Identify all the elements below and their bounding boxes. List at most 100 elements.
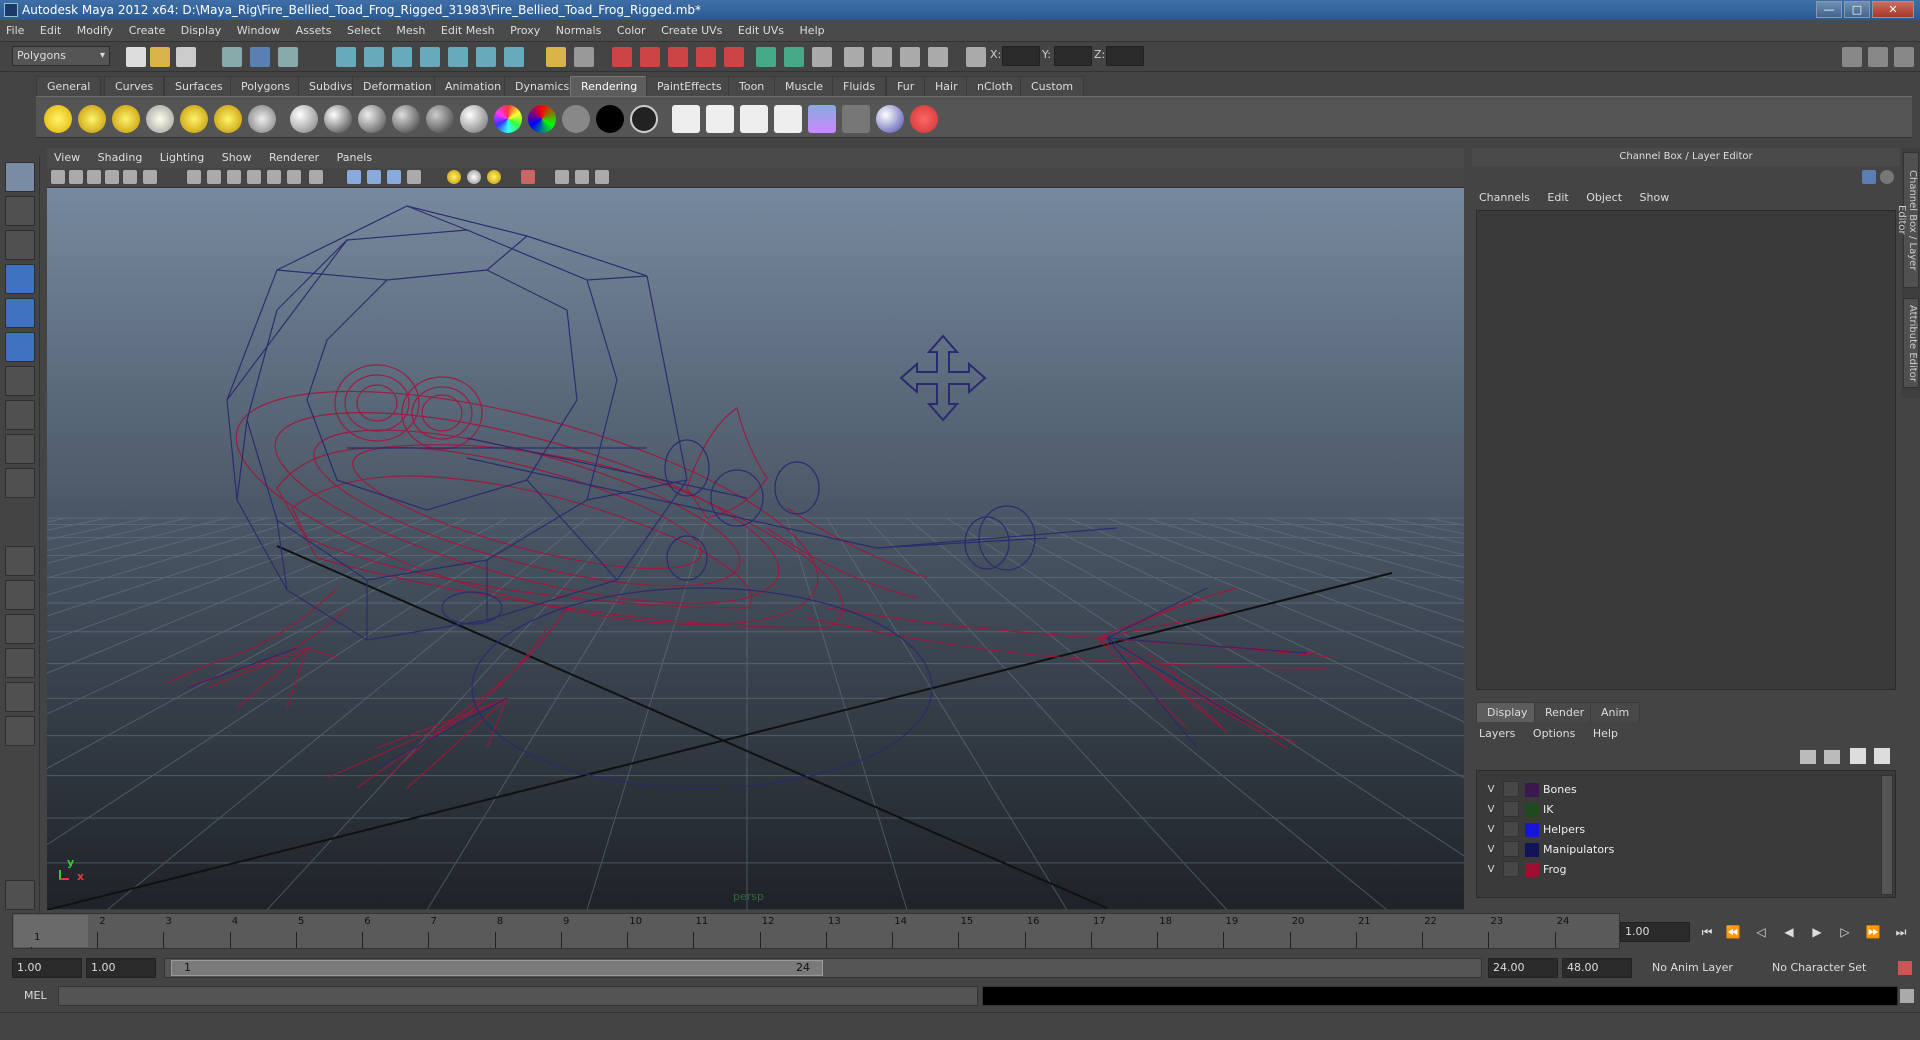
shelf-tab-surfaces[interactable]: Surfaces — [164, 76, 234, 96]
select-tool[interactable] — [5, 162, 35, 192]
high-quality-icon[interactable] — [367, 170, 381, 184]
menu-mesh[interactable]: Mesh — [390, 20, 431, 42]
light-default-icon[interactable] — [447, 170, 461, 184]
layered-shader-icon[interactable] — [460, 105, 488, 133]
ipr-icon[interactable] — [706, 105, 734, 133]
side-tab-channel-box[interactable]: Channel Box / Layer Editor — [1896, 152, 1919, 288]
command-input[interactable] — [58, 986, 978, 1006]
shelf-tab-dynamics[interactable]: Dynamics — [504, 76, 581, 96]
time-slider[interactable]: 123456789101112131415161718192021222324 — [12, 913, 1620, 949]
scale-tool[interactable] — [5, 332, 35, 362]
vp-menu-show[interactable]: Show — [215, 148, 259, 168]
ambient-light-icon[interactable] — [44, 105, 72, 133]
channel-list[interactable] — [1476, 210, 1896, 690]
open-scene-icon[interactable] — [150, 47, 170, 67]
layer-playback-toggle[interactable] — [1503, 841, 1519, 857]
field-chart-icon[interactable] — [575, 170, 589, 184]
display-icon[interactable] — [812, 47, 832, 67]
vp-menu-view[interactable]: View — [47, 148, 87, 168]
step-back-frame-button[interactable]: ◁ — [1750, 922, 1772, 942]
layout-single-icon[interactable] — [5, 546, 35, 576]
soft-mod-tool[interactable] — [5, 400, 35, 430]
use-background-icon[interactable] — [596, 105, 624, 133]
tool-settings-toggle-icon[interactable] — [1894, 47, 1914, 67]
lock-icon[interactable] — [546, 47, 566, 67]
side-tab-attribute-editor[interactable]: Attribute Editor — [1903, 298, 1919, 388]
menu-modify[interactable]: Modify — [71, 20, 119, 42]
y-field[interactable] — [1054, 46, 1092, 66]
menu-edit-uvs[interactable]: Edit UVs — [732, 20, 790, 42]
material-icon[interactable] — [876, 105, 904, 133]
menu-file[interactable]: File — [0, 20, 30, 42]
vp-menu-renderer[interactable]: Renderer — [262, 148, 326, 168]
animation-start-field[interactable]: 1.00 — [12, 958, 82, 978]
vp-menu-lighting[interactable]: Lighting — [153, 148, 211, 168]
menu-assets[interactable]: Assets — [290, 20, 338, 42]
layer-row-ik[interactable]: V IK — [1477, 801, 1877, 819]
shelf-tab-painteffects[interactable]: PaintEffects — [646, 76, 733, 96]
layout-outliner-icon[interactable] — [5, 614, 35, 644]
command-language-label[interactable]: MEL — [24, 989, 47, 1002]
layer-row-helpers[interactable]: V Helpers — [1477, 821, 1877, 839]
maximize-button[interactable]: □ — [1844, 1, 1870, 18]
layout-graph-icon[interactable] — [5, 648, 35, 678]
menu-display[interactable]: Display — [175, 20, 228, 42]
layer-color-swatch[interactable] — [1525, 863, 1539, 877]
smooth-shade-icon[interactable] — [207, 170, 221, 184]
playback-start-field[interactable]: 1.00 — [86, 958, 156, 978]
isolate-select-icon[interactable] — [347, 170, 361, 184]
cb-menu-show[interactable]: Show — [1633, 188, 1677, 208]
ramp-shader-icon[interactable] — [494, 105, 522, 133]
render-current-frame-icon[interactable] — [672, 105, 700, 133]
input-line-icon[interactable] — [756, 47, 776, 67]
layer-color-swatch[interactable] — [1525, 783, 1539, 797]
blinn-icon[interactable] — [324, 105, 352, 133]
film-gate-icon[interactable] — [143, 170, 157, 184]
shelf-tab-fluids[interactable]: Fluids — [832, 76, 887, 96]
universal-manipulator-tool[interactable] — [5, 366, 35, 396]
camera-attributes-icon[interactable] — [69, 170, 83, 184]
grid-toggle-icon[interactable] — [123, 170, 137, 184]
layer-visibility-toggle[interactable]: V — [1483, 821, 1499, 837]
menu-window[interactable]: Window — [231, 20, 286, 42]
layer-visibility-toggle[interactable]: V — [1483, 841, 1499, 857]
wireframe-icon[interactable] — [187, 170, 201, 184]
layer-playback-toggle[interactable] — [1503, 801, 1519, 817]
go-to-start-button[interactable]: ⏮ — [1696, 922, 1718, 942]
spot-light-icon[interactable] — [146, 105, 174, 133]
menu-create-uvs[interactable]: Create UVs — [655, 20, 728, 42]
playback-end-field[interactable]: 24.00 — [1488, 958, 1558, 978]
shelf-tab-general[interactable]: General — [36, 76, 102, 96]
cb-menu-object[interactable]: Object — [1579, 188, 1629, 208]
help-icon[interactable] — [504, 47, 524, 67]
layer-playback-toggle[interactable] — [1503, 861, 1519, 877]
step-forward-key-button[interactable]: ⏩ — [1862, 922, 1884, 942]
close-button[interactable]: ✕ — [1872, 1, 1914, 18]
ocean-shader-icon[interactable] — [630, 105, 658, 133]
minimize-button[interactable]: — — [1816, 1, 1842, 18]
menu-help[interactable]: Help — [794, 20, 831, 42]
phong-icon[interactable] — [358, 105, 386, 133]
wireframe-on-shaded-icon[interactable] — [227, 170, 241, 184]
vp-menu-shading[interactable]: Shading — [91, 148, 150, 168]
select-hierarchy-icon[interactable] — [222, 47, 242, 67]
select-object-icon[interactable] — [250, 47, 270, 67]
shelf-tab-custom[interactable]: Custom — [1020, 76, 1085, 96]
layout-icon[interactable] — [872, 47, 892, 67]
snap-curve-icon[interactable] — [364, 47, 384, 67]
new-layer-selected-icon[interactable] — [1824, 750, 1840, 764]
render-settings-icon[interactable] — [668, 47, 688, 67]
xray-icon[interactable] — [247, 170, 261, 184]
show-manipulator-tool[interactable] — [5, 434, 35, 464]
snap-point-icon[interactable] — [392, 47, 412, 67]
layer-row-bones[interactable]: V Bones — [1477, 781, 1877, 799]
light-selected-icon[interactable] — [487, 170, 501, 184]
cb-menu-edit[interactable]: Edit — [1540, 188, 1575, 208]
point-light-icon[interactable] — [112, 105, 140, 133]
layer-tab-anim[interactable]: Anim — [1590, 702, 1641, 722]
layer-tab-display[interactable]: Display — [1476, 702, 1539, 722]
last-tool[interactable] — [5, 468, 35, 498]
layer-tab-render[interactable]: Render — [1534, 702, 1596, 722]
camera-icon[interactable] — [844, 47, 864, 67]
anisotropic-icon[interactable] — [426, 105, 454, 133]
